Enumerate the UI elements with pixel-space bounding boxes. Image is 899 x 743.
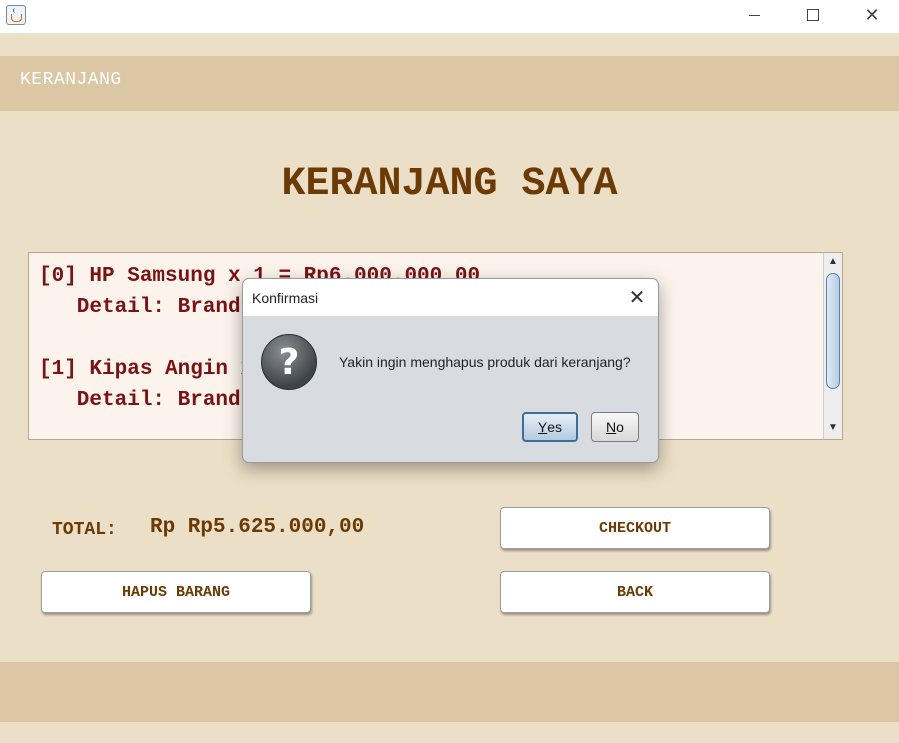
scroll-down-icon[interactable]: ▼ — [824, 419, 842, 437]
remove-item-button[interactable]: HAPUS BARANG — [41, 571, 311, 613]
close-icon: ✕ — [864, 4, 880, 26]
window-titlebar: ✕ — [0, 0, 899, 33]
yes-button[interactable]: Yes — [522, 412, 578, 442]
scroll-thumb[interactable] — [826, 273, 840, 389]
total-label: TOTAL: — [52, 520, 117, 540]
confirm-dialog: Konfirmasi ✕ ? Yakin ingin menghapus pro… — [242, 278, 659, 463]
maximize-button[interactable] — [790, 0, 836, 30]
vertical-scrollbar[interactable]: ▲ ▼ — [823, 253, 842, 439]
page-title: KERANJANG SAYA — [281, 162, 618, 207]
java-icon — [6, 5, 26, 25]
dialog-titlebar: Konfirmasi ✕ — [243, 279, 658, 316]
yes-mnemonic: Y — [537, 419, 548, 435]
no-label-rest: o — [616, 419, 624, 435]
dialog-title: Konfirmasi — [252, 290, 319, 306]
dialog-message: Yakin ingin menghapus produk dari keranj… — [339, 354, 631, 370]
back-button[interactable]: BACK — [500, 571, 770, 613]
question-icon: ? — [261, 334, 317, 390]
dialog-close-button[interactable]: ✕ — [624, 284, 650, 310]
cup-shape — [11, 14, 22, 22]
no-mnemonic: N — [606, 419, 617, 435]
no-button[interactable]: No — [591, 412, 639, 442]
window-close-button[interactable]: ✕ — [849, 0, 895, 30]
footer-bar — [0, 662, 899, 722]
header-title: KERANJANG — [20, 70, 122, 90]
minimize-button[interactable] — [731, 0, 777, 30]
total-value: Rp Rp5.625.000,00 — [150, 516, 365, 539]
close-icon: ✕ — [628, 285, 646, 309]
yes-label-rest: es — [547, 419, 563, 435]
scroll-up-icon[interactable]: ▲ — [824, 253, 842, 271]
minimize-icon — [748, 14, 760, 16]
header-bar — [0, 56, 899, 111]
maximize-icon — [807, 9, 819, 21]
steam-shape — [13, 8, 19, 13]
checkout-button[interactable]: CHECKOUT — [500, 507, 770, 549]
